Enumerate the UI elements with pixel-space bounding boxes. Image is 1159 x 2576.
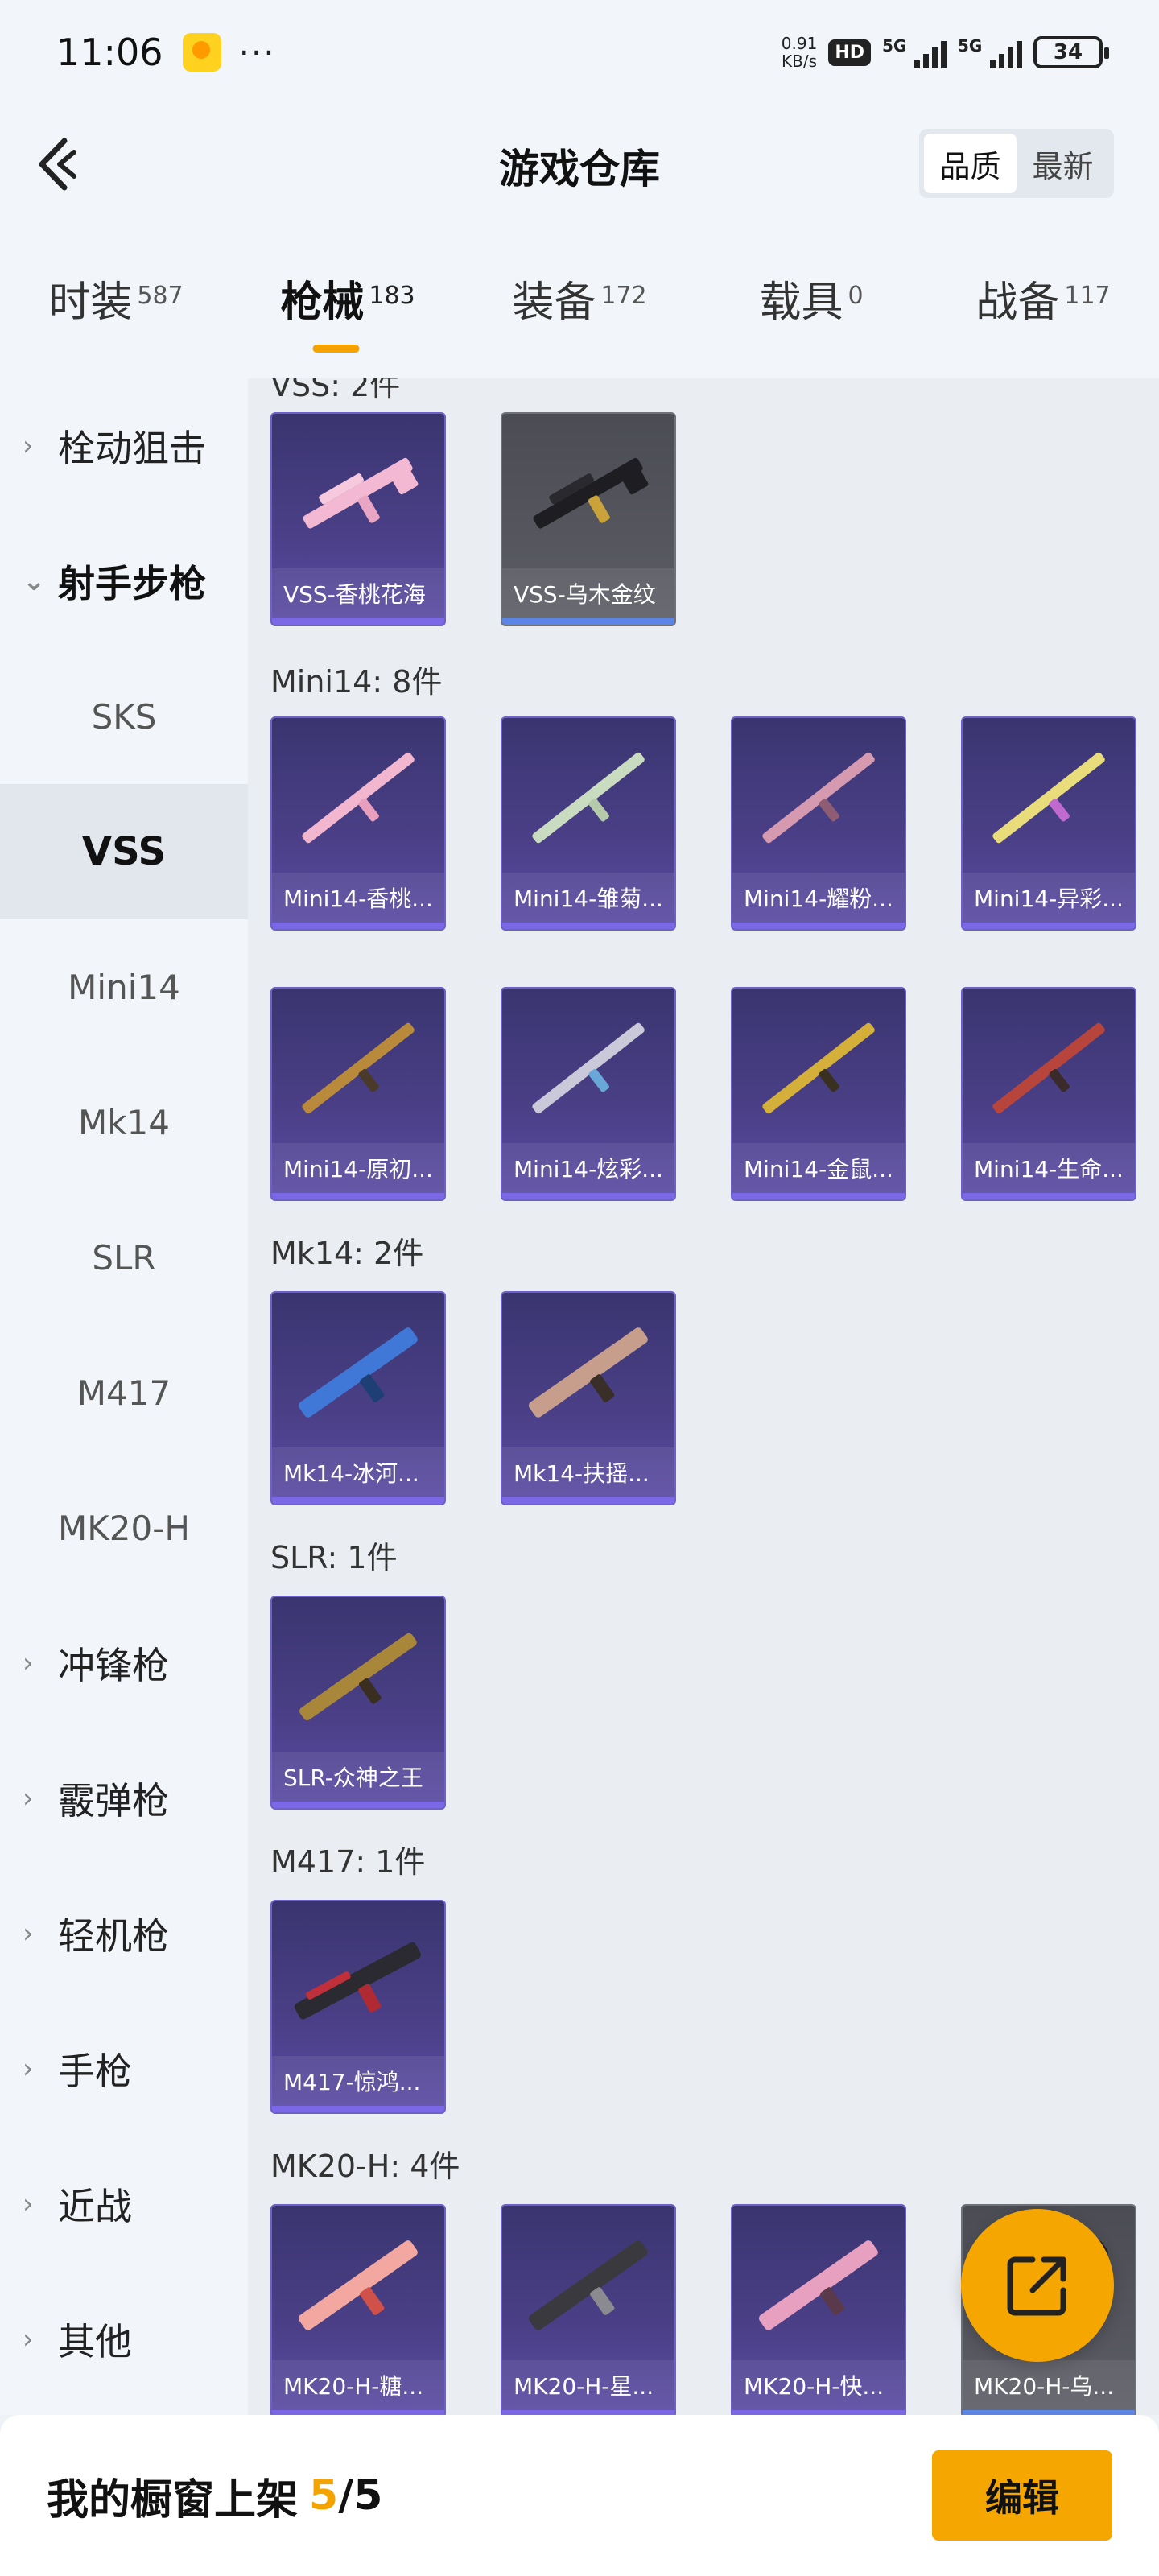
showcase-current-count: 5: [309, 2471, 339, 2520]
category-tabs: 时装 587 枪械 183 装备 172 载具 0 战备 117: [0, 225, 1159, 378]
app-notification-icon: [182, 33, 221, 72]
rifle-icon: [299, 1633, 417, 1721]
group-title-mk20h: MK20-H: 4件: [270, 2149, 460, 2184]
rifle-icon: [528, 1327, 648, 1418]
rifle-icon: [294, 1942, 421, 2020]
sidebar-item-other[interactable]: › 其他: [0, 2272, 248, 2407]
group-title-mk14: Mk14: 2件: [270, 1236, 424, 1271]
sort-toggle: 品质 最新: [919, 129, 1114, 198]
skin-card[interactable]: Mini14-炫彩...: [501, 987, 676, 1201]
group-title-vss: VSS: 2件: [270, 378, 401, 403]
chevron-right-icon: ›: [23, 1918, 34, 1950]
sidebar-item-vss[interactable]: VSS: [0, 784, 248, 919]
skin-card[interactable]: Mini14-生命...: [961, 987, 1136, 1201]
skin-card[interactable]: SLR-众神之王: [270, 1596, 446, 1810]
rifle-icon: [528, 2240, 648, 2330]
app-header: 游戏仓库 品质 最新: [0, 105, 1159, 225]
sidebar-item-dmr[interactable]: ⌄ 射手步枪: [0, 514, 248, 649]
sidebar-item-melee[interactable]: › 近战: [0, 2136, 248, 2272]
sidebar-item-lmg[interactable]: › 轻机枪: [0, 1866, 248, 2001]
sidebar-item-sks[interactable]: SKS: [0, 649, 248, 784]
group-title-mini14: Mini14: 8件: [270, 664, 443, 700]
sidebar-item-smg[interactable]: › 冲锋枪: [0, 1596, 248, 1731]
skin-card[interactable]: MK20-H-快...: [731, 2204, 906, 2415]
chevron-right-icon: ›: [23, 2053, 34, 2085]
tab-supplies[interactable]: 战备 117: [927, 225, 1159, 378]
rifle-icon: [762, 752, 875, 844]
skin-card[interactable]: MK20-H-糖...: [270, 2204, 446, 2415]
group-title-slr: SLR: 1件: [270, 1540, 398, 1575]
rifle-icon: [758, 2240, 878, 2330]
rifle-icon: [302, 1022, 415, 1114]
showcase-footer: 我的橱窗上架 5 / 5 编辑: [0, 2415, 1159, 2576]
rifle-icon: [762, 1022, 875, 1114]
sidebar-item-slr[interactable]: SLR: [0, 1190, 248, 1325]
rifle-icon: [303, 457, 419, 529]
more-notifications-icon: ···: [238, 32, 276, 72]
battery-icon: 34: [1033, 36, 1109, 68]
skin-card[interactable]: VSS-香桃花海: [270, 412, 446, 626]
rifle-icon: [298, 1327, 418, 1418]
hd-voice-icon: HD: [828, 39, 871, 66]
rifle-icon: [532, 752, 645, 844]
chevron-down-icon: ⌄: [23, 565, 46, 597]
chevron-right-icon: ›: [23, 1647, 34, 1679]
skin-card[interactable]: Mini14-异彩...: [961, 716, 1136, 931]
rifle-icon: [298, 2240, 418, 2330]
sidebar-item-shotgun[interactable]: › 霰弹枪: [0, 1731, 248, 1866]
sort-by-newest-button[interactable]: 最新: [1017, 134, 1109, 193]
skin-card[interactable]: MK20-H-星...: [501, 2204, 676, 2415]
sidebar-item-mini14[interactable]: Mini14: [0, 919, 248, 1055]
chevron-right-icon: ›: [23, 2188, 34, 2220]
skin-card[interactable]: Mini14-原初...: [270, 987, 446, 1201]
sidebar-item-pistol[interactable]: › 手枪: [0, 2001, 248, 2136]
rifle-icon: [992, 752, 1105, 844]
showcase-label: 我的橱窗上架: [47, 2475, 299, 2524]
sidebar-item-m417[interactable]: M417: [0, 1325, 248, 1460]
sidebar-item-mk20h[interactable]: MK20-H: [0, 1460, 248, 1596]
signal-icon: 5G: [882, 36, 947, 68]
skin-card[interactable]: Mini14-金鼠...: [731, 987, 906, 1201]
rifle-icon: [992, 1022, 1105, 1114]
skin-card[interactable]: Mini14-雏菊...: [501, 716, 676, 931]
showcase-total-count: 5: [353, 2471, 383, 2520]
sort-by-quality-button[interactable]: 品质: [924, 134, 1017, 193]
tab-guns[interactable]: 枪械 183: [232, 225, 464, 378]
chevron-right-icon: ›: [23, 1782, 34, 1814]
rifle-icon: [532, 1022, 645, 1114]
rifle-icon: [302, 752, 415, 844]
status-bar: 11:06 ··· 0.91 KB/s HD 5G 5G 34: [0, 0, 1159, 105]
signal-icon: 5G: [958, 36, 1022, 68]
sidebar-item-bolt-action[interactable]: › 栓动狙击: [0, 378, 248, 514]
rifle-icon: [533, 457, 649, 529]
chevron-right-icon: ›: [23, 430, 34, 462]
sidebar-item-mk14[interactable]: Mk14: [0, 1055, 248, 1190]
skin-card[interactable]: Mk14-冰河...: [270, 1291, 446, 1505]
tab-fashion[interactable]: 时装 587: [0, 225, 232, 378]
weapon-skin-grid: VSS: 2件 VSS-香桃花海 VSS-乌木金纹 Mini14: 8件 Min…: [248, 378, 1159, 2415]
tab-active-indicator: [312, 345, 360, 353]
chevron-right-icon: ›: [23, 2323, 34, 2355]
skin-card[interactable]: Mk14-扶摇...: [501, 1291, 676, 1505]
skin-card[interactable]: Mini14-耀粉...: [731, 716, 906, 931]
network-speed: 0.91 KB/s: [781, 34, 818, 71]
group-title-m417: M417: 1件: [270, 1844, 426, 1880]
skin-card[interactable]: Mini14-香桃...: [270, 716, 446, 931]
edit-button[interactable]: 编辑: [932, 2450, 1112, 2541]
share-icon: [1007, 2256, 1066, 2316]
tab-equipment[interactable]: 装备 172: [464, 225, 695, 378]
share-button[interactable]: [961, 2209, 1114, 2362]
weapon-category-sidebar: › 栓动狙击 ⌄ 射手步枪 SKS VSS Mini14 Mk14 SLR M417…: [0, 378, 248, 2415]
tab-vehicles[interactable]: 载具 0: [695, 225, 927, 378]
skin-card[interactable]: M417-惊鸿...: [270, 1900, 446, 2114]
status-time: 11:06: [56, 31, 163, 74]
skin-card[interactable]: VSS-乌木金纹: [501, 412, 676, 626]
